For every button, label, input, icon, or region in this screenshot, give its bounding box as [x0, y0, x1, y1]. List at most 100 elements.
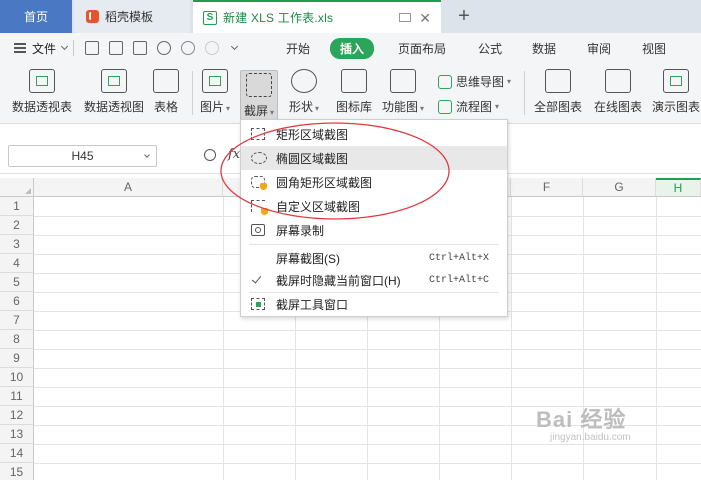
shapes-label: 形状: [289, 100, 314, 114]
tab-formula[interactable]: 公式: [478, 40, 502, 57]
divider: [192, 71, 193, 115]
mind-map-button[interactable]: 思维导图 ▾: [438, 73, 511, 90]
row-header[interactable]: 2: [0, 216, 34, 235]
pivot-chart-button[interactable]: 数据透视图: [84, 69, 144, 115]
tab-insert[interactable]: 插入: [330, 38, 375, 59]
online-charts-button[interactable]: 在线图表: [594, 69, 642, 115]
screenshot-tool-icon: [251, 298, 265, 310]
demo-charts-icon: [663, 69, 689, 93]
print-preview-icon[interactable]: [157, 41, 172, 55]
row-header[interactable]: 1: [0, 197, 34, 216]
shapes-button[interactable]: 形状 ▾: [289, 69, 319, 115]
row-header[interactable]: 6: [0, 292, 34, 311]
chevron-down-icon: ▾: [226, 104, 231, 113]
row-header[interactable]: 7: [0, 311, 34, 330]
row-header[interactable]: 13: [0, 425, 34, 444]
file-menu-label: 文件: [32, 41, 57, 56]
flowchart-button[interactable]: 流程图 ▾: [438, 98, 499, 115]
row-header[interactable]: 10: [0, 368, 34, 387]
row-header[interactable]: 5: [0, 273, 34, 292]
tab-start[interactable]: 开始: [286, 40, 310, 57]
flowchart-icon: [438, 99, 452, 114]
zoom-icon[interactable]: [204, 149, 216, 161]
screen-record-icon: [251, 224, 265, 236]
save-icon[interactable]: [85, 41, 100, 55]
select-all-corner[interactable]: [0, 178, 34, 197]
watermark-subtext: jingyan.baidu.com: [550, 432, 631, 443]
chevron-down-icon: [144, 152, 150, 158]
menu-item-label: 屏幕录制: [276, 223, 325, 238]
screenshot-label: 截屏: [244, 104, 269, 118]
picture-button[interactable]: 图片 ▾: [200, 69, 230, 115]
new-tab-button[interactable]: +: [452, 0, 476, 33]
demo-charts-button[interactable]: 演示图表: [652, 69, 700, 115]
name-box-value: H45: [71, 149, 94, 163]
tab-page-layout[interactable]: 页面布局: [398, 40, 446, 57]
redo-icon[interactable]: [205, 41, 220, 55]
undo-icon[interactable]: [181, 41, 196, 55]
row-header[interactable]: 11: [0, 387, 34, 406]
column-header-a[interactable]: A: [34, 178, 223, 197]
table-label: 表格: [153, 100, 178, 114]
name-box[interactable]: H45: [8, 145, 157, 167]
chevron-down-icon: ▾: [420, 104, 425, 113]
column-header-f[interactable]: F: [511, 178, 583, 197]
tab-template-label: 稻壳模板: [105, 10, 154, 24]
menu-item-hide-window[interactable]: 截屏时隐藏当前窗口(H) Ctrl+Alt+C: [241, 268, 507, 292]
annotation-ellipse-shape: [220, 122, 450, 220]
row-header[interactable]: 15: [0, 463, 34, 480]
picture-icon: [202, 69, 229, 93]
column-header-h[interactable]: H: [656, 178, 701, 197]
all-charts-label: 全部图表: [534, 100, 583, 114]
screenshot-icon: [246, 73, 273, 97]
tab-bar: 首页 稻壳模板 S 新建 XLS 工作表.xls ✕ +: [0, 0, 701, 33]
table-icon: [153, 69, 179, 93]
shapes-icon: [291, 69, 318, 93]
table-button[interactable]: 表格: [153, 69, 179, 115]
daoke-logo-icon: [86, 10, 99, 23]
file-menu-button[interactable]: 文件: [14, 40, 69, 57]
all-charts-button[interactable]: 全部图表: [534, 69, 582, 115]
menu-item-screen-capture[interactable]: 屏幕截图(S) Ctrl+Alt+X: [241, 246, 507, 270]
row-header[interactable]: 12: [0, 406, 34, 425]
print-icon[interactable]: [133, 41, 148, 55]
screenshot-button[interactable]: 截屏 ▾: [240, 70, 279, 121]
pivot-table-icon: [29, 69, 55, 93]
tab-review[interactable]: 审阅: [587, 40, 611, 57]
pivot-table-label: 数据透视表: [12, 100, 73, 114]
chevron-down-icon: ▾: [315, 104, 320, 113]
close-tab-icon[interactable]: ✕: [419, 10, 431, 27]
export-pdf-icon[interactable]: [109, 41, 124, 55]
icon-library-icon: [341, 69, 367, 93]
tab-document-label: 新建 XLS 工作表.xls: [223, 11, 334, 25]
function-chart-button[interactable]: 功能图 ▾: [382, 69, 424, 115]
gridline: [511, 197, 512, 480]
menu-item-screenshot-tool[interactable]: 截屏工具窗口: [241, 292, 507, 316]
chevron-down-icon: ▾: [507, 77, 512, 86]
tab-data[interactable]: 数据: [532, 40, 556, 57]
icon-library-button[interactable]: 图标库: [336, 69, 372, 115]
tab-document[interactable]: S 新建 XLS 工作表.xls ✕: [193, 0, 441, 33]
tab-home[interactable]: 首页: [0, 0, 72, 33]
tab-template[interactable]: 稻壳模板: [74, 0, 190, 33]
gridline: [656, 197, 657, 480]
hamburger-icon: [14, 43, 26, 53]
row-header[interactable]: 14: [0, 444, 34, 463]
online-charts-label: 在线图表: [594, 100, 643, 114]
ribbon-toolbar: 数据透视表 数据透视图 表格 图片 ▾ 截屏 ▾ 形状 ▾ 图标库 功能图 ▾ 思维导图…: [0, 63, 701, 124]
window-mode-icon[interactable]: [399, 13, 411, 22]
menu-item-label: 屏幕截图(S): [276, 251, 340, 266]
row-header[interactable]: 4: [0, 254, 34, 273]
menu-item-shortcut: Ctrl+Alt+X: [428, 252, 489, 264]
column-header-g[interactable]: G: [583, 178, 656, 197]
row-header[interactable]: 9: [0, 349, 34, 368]
menu-item-shortcut: Ctrl+Alt+C: [428, 274, 489, 286]
quick-access-chevron-icon[interactable]: [230, 42, 239, 51]
chevron-down-icon: [60, 42, 69, 51]
pivot-table-button[interactable]: 数据透视表: [12, 69, 72, 115]
tab-view[interactable]: 视图: [642, 40, 666, 57]
row-header[interactable]: 3: [0, 235, 34, 254]
tab-home-label: 首页: [23, 10, 48, 24]
row-header[interactable]: 8: [0, 330, 34, 349]
pivot-chart-icon: [101, 69, 127, 93]
